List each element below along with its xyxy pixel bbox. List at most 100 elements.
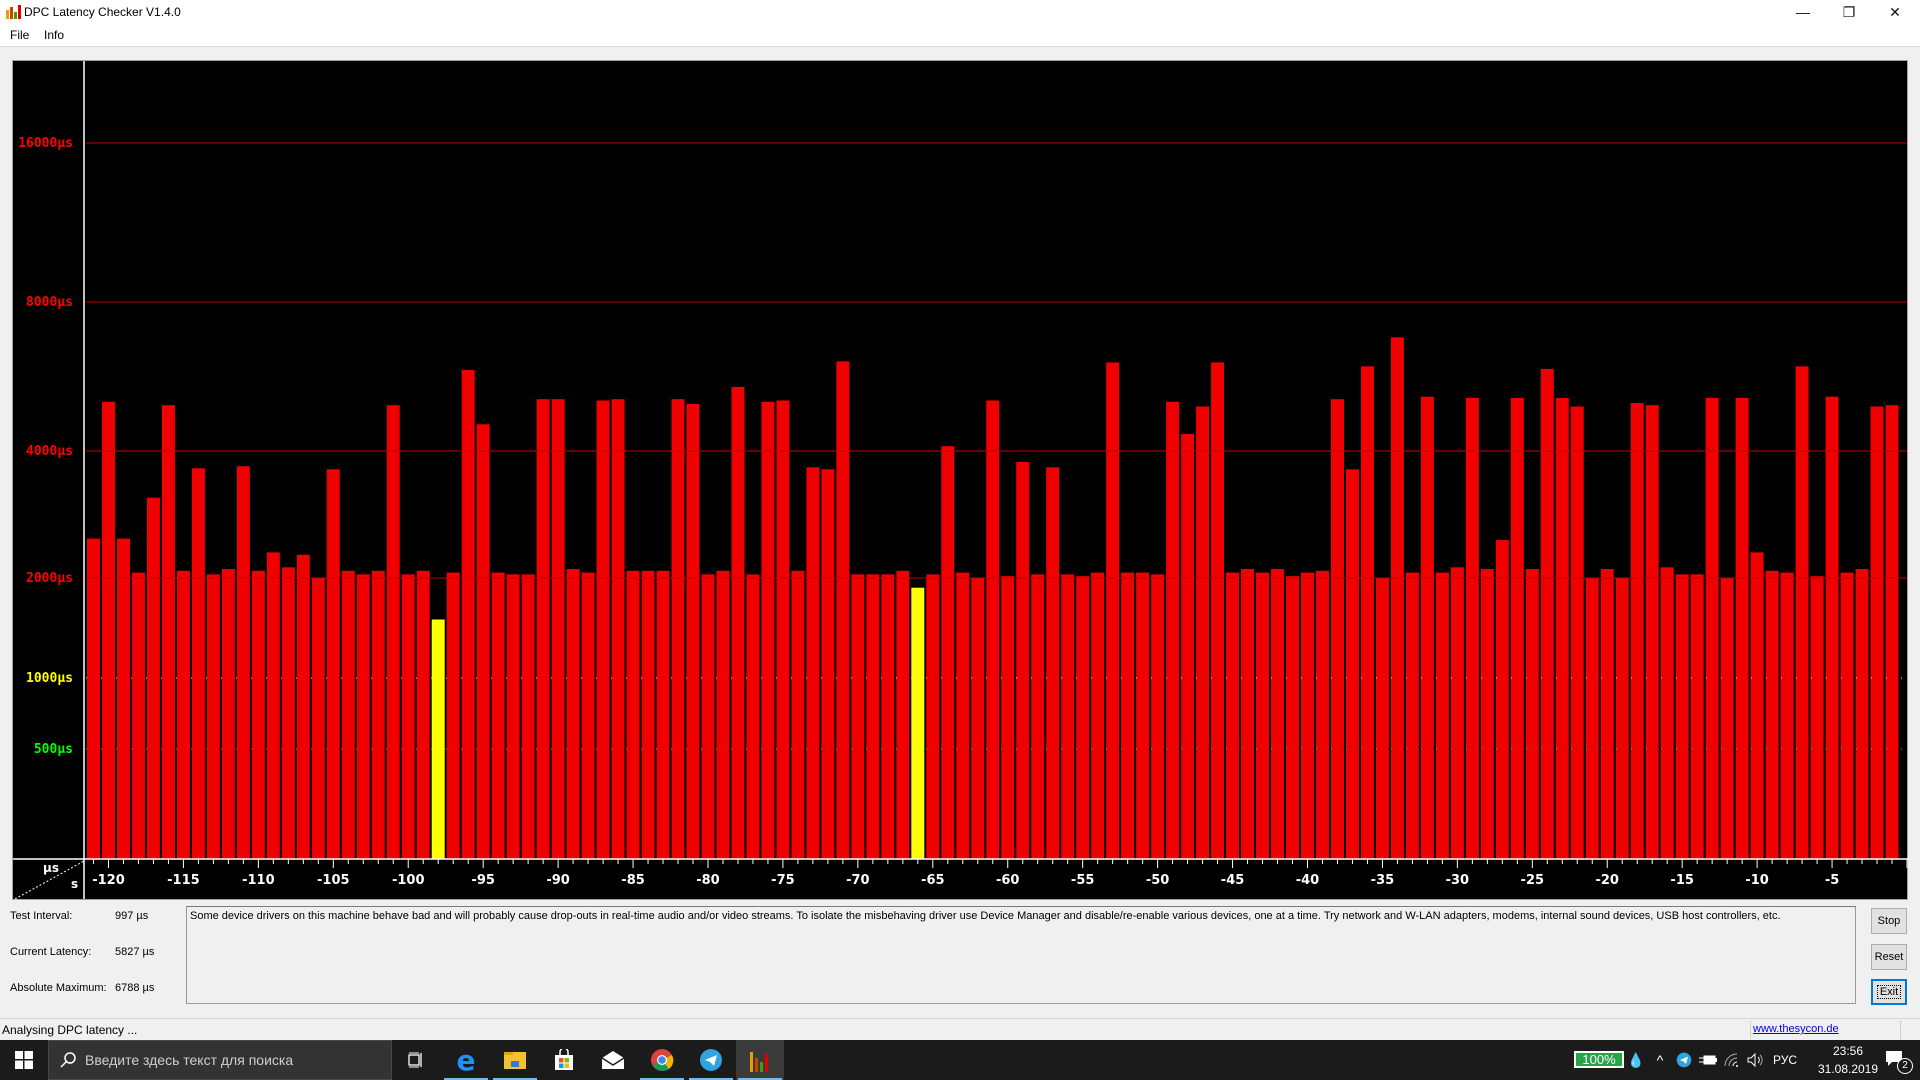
taskbar-search[interactable]: Введите здесь текст для поиска — [48, 1040, 392, 1080]
store-button[interactable] — [540, 1040, 588, 1080]
latency-bar — [131, 572, 145, 859]
absolute-maximum-value: 6788 µs — [115, 982, 155, 994]
latency-bar — [356, 574, 370, 859]
x-tick-label: -95 — [471, 873, 495, 888]
file-explorer-button[interactable] — [491, 1040, 539, 1080]
latency-bar — [1046, 467, 1060, 859]
mail-button[interactable] — [589, 1040, 637, 1080]
latency-bar — [911, 587, 925, 859]
latency-bar — [1181, 433, 1195, 859]
latency-bar — [326, 469, 340, 859]
y-unit-label: µs — [43, 861, 59, 875]
latency-bar — [1645, 405, 1659, 859]
tray-telegram[interactable] — [1672, 1040, 1696, 1080]
latency-bar — [941, 446, 955, 859]
reset-button[interactable]: Reset — [1871, 944, 1907, 970]
latency-bar — [656, 570, 670, 859]
latency-bar — [1330, 399, 1344, 859]
tray-app-icon[interactable]: 💧 — [1626, 1040, 1646, 1080]
x-tick-label: -90 — [546, 873, 570, 888]
chrome-button[interactable] — [638, 1040, 686, 1080]
wifi-icon — [1724, 1053, 1738, 1067]
chevron-up-icon: ^ — [1656, 1052, 1664, 1068]
x-tick-label: -55 — [1071, 873, 1095, 888]
edge-button[interactable]: e — [442, 1040, 490, 1080]
windows-icon — [15, 1051, 33, 1069]
restore-icon: ❐ — [1842, 3, 1856, 20]
latency-bar — [1196, 406, 1210, 859]
latency-bar — [851, 574, 865, 859]
telegram-button[interactable] — [687, 1040, 735, 1080]
search-icon — [60, 1052, 76, 1068]
dpc-checker-taskbar-button[interactable] — [736, 1040, 784, 1080]
latency-bar — [506, 574, 520, 859]
power-button[interactable] — [1696, 1040, 1720, 1080]
latency-bar — [371, 570, 385, 859]
latency-bar — [1510, 397, 1524, 859]
latency-bar — [776, 400, 790, 859]
latency-bar — [266, 552, 280, 859]
latency-bar — [986, 400, 1000, 859]
current-latency-value: 5827 µs — [115, 946, 155, 958]
latency-chart: 16000µs 8000µs 4000µs 2000µs 1000µs 500µs µs s -… — [12, 60, 1909, 900]
latency-bar — [1660, 567, 1674, 859]
latency-bar — [87, 538, 100, 859]
x-tick-label: -25 — [1521, 873, 1545, 888]
action-center-button[interactable]: 2 — [1872, 1040, 1920, 1080]
latency-bar — [206, 574, 220, 859]
latency-bar — [1795, 366, 1809, 859]
restore-button[interactable]: ❐ — [1826, 0, 1872, 24]
task-view-button[interactable] — [392, 1040, 440, 1080]
latency-bar — [1855, 569, 1869, 859]
show-hidden-icons-button[interactable]: ^ — [1648, 1040, 1672, 1080]
website-link[interactable]: www.thesycon.de — [1753, 1023, 1839, 1035]
y-axis-label: 500µs — [34, 742, 73, 757]
latency-bar — [701, 574, 715, 859]
task-view-icon — [408, 1052, 422, 1068]
latency-bar — [1076, 576, 1090, 859]
latency-bar — [476, 424, 490, 859]
latency-bar — [1720, 578, 1734, 859]
latency-bar — [1735, 397, 1749, 859]
latency-bar — [1286, 576, 1299, 859]
x-tick-label: -105 — [317, 873, 350, 888]
taskbar: Введите здесь текст для поиска e 100% 💧 … — [0, 1040, 1920, 1080]
language-indicator[interactable]: РУС — [1773, 1053, 1797, 1067]
latency-bar — [236, 466, 250, 859]
drop-icon: 💧 — [1627, 1051, 1645, 1068]
y-axis-label: 8000µs — [26, 295, 73, 310]
menu-file[interactable]: File — [10, 28, 29, 42]
exit-button[interactable]: Exit — [1871, 979, 1907, 1005]
edge-icon: e — [456, 1043, 476, 1077]
clock-time[interactable]: 23:56 — [1818, 1044, 1878, 1058]
window-title: DPC Latency Checker V1.4.0 — [24, 5, 181, 19]
latency-bar — [1315, 570, 1329, 859]
latency-bar — [1211, 362, 1225, 859]
x-tick-label: -115 — [167, 873, 200, 888]
latency-bar — [551, 399, 565, 859]
latency-bar — [806, 467, 820, 859]
notification-count: 2 — [1897, 1058, 1913, 1074]
x-tick-label: -35 — [1371, 873, 1395, 888]
latency-bar — [1705, 397, 1719, 859]
stop-button[interactable]: Stop — [1871, 908, 1907, 934]
latency-bar — [1675, 574, 1689, 859]
title-bar: DPC Latency Checker V1.4.0 — ❐ ✕ — [0, 0, 1920, 24]
minimize-button[interactable]: — — [1780, 0, 1826, 24]
close-button[interactable]: ✕ — [1872, 0, 1918, 24]
x-tick-label: -5 — [1825, 873, 1839, 888]
latency-bar — [341, 570, 355, 859]
x-tick-label: -10 — [1745, 873, 1769, 888]
wifi-button[interactable] — [1720, 1040, 1744, 1080]
x-tick-label: -100 — [392, 873, 425, 888]
volume-button[interactable] — [1744, 1040, 1768, 1080]
latency-bar — [1375, 578, 1389, 859]
latency-bar — [926, 574, 940, 859]
start-button[interactable] — [0, 1040, 48, 1080]
menu-info[interactable]: Info — [44, 28, 64, 42]
latency-bar — [1435, 572, 1449, 859]
latency-bar — [671, 399, 685, 859]
latency-bar — [281, 567, 295, 859]
latency-bar — [1106, 362, 1120, 859]
latency-bar — [536, 399, 550, 859]
